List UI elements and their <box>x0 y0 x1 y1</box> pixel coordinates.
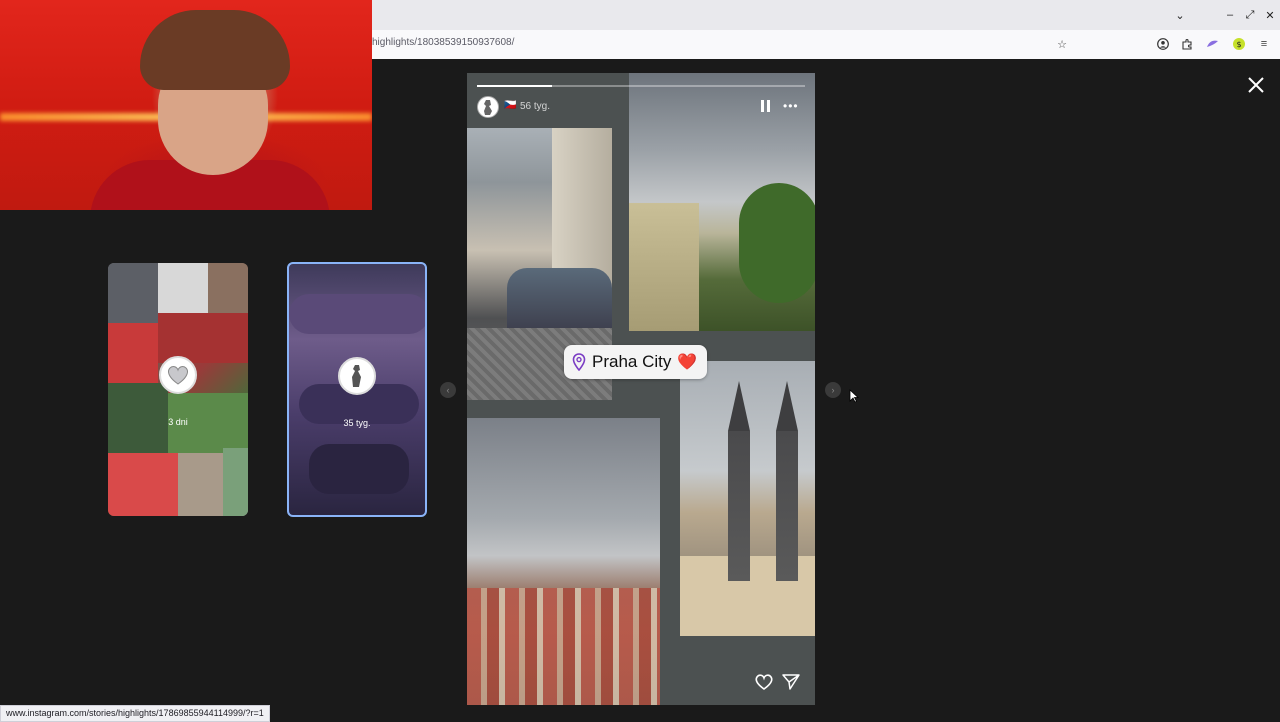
chevron-down-icon[interactable]: ⌄ <box>1172 7 1188 23</box>
story-timestamp: 56 tyg. <box>520 101 551 112</box>
url-text[interactable]: highlights/18038539150937608/ <box>372 37 514 48</box>
close-window-icon[interactable]: ✕ <box>1262 7 1278 23</box>
location-pin-icon <box>572 353 586 371</box>
story-photo <box>680 361 815 636</box>
addon-green-icon[interactable]: $ <box>1231 36 1247 52</box>
extensions-icon[interactable] <box>1179 36 1195 52</box>
highlight-label: 3 dni <box>168 417 188 427</box>
story-photo <box>467 418 660 705</box>
mouse-cursor-icon <box>849 389 859 403</box>
menu-icon[interactable]: ≡ <box>1256 36 1272 52</box>
next-story-icon[interactable]: › <box>825 382 841 398</box>
maximize-icon[interactable]: ⤢ <box>1242 7 1258 23</box>
close-viewer-icon[interactable] <box>1244 73 1268 97</box>
heart-like-icon[interactable] <box>754 673 774 691</box>
addon-icon[interactable] <box>1204 36 1220 52</box>
location-sticker[interactable]: Praha City ❤️ <box>564 345 708 379</box>
svg-text:$: $ <box>1236 40 1241 49</box>
location-label: Praha City <box>592 352 672 371</box>
red-heart-emoji: ❤️ <box>677 354 698 371</box>
highlight-label: 35 tyg. <box>343 418 371 428</box>
highlight-thumbnail-selected[interactable]: 35 tyg. <box>287 262 427 517</box>
link-status-bar: www.instagram.com/stories/highlights/178… <box>0 705 270 722</box>
silver-heart-icon <box>159 356 197 394</box>
account-icon[interactable] <box>1155 36 1171 52</box>
minimize-icon[interactable]: – <box>1222 7 1238 23</box>
czech-flag-icon: 🇨🇿 <box>504 100 517 111</box>
previous-story-icon[interactable]: ‹ <box>440 382 456 398</box>
story-avatar[interactable] <box>477 96 499 118</box>
send-share-icon[interactable] <box>781 673 801 691</box>
pause-icon[interactable] <box>761 100 771 112</box>
statue-icon <box>338 357 376 395</box>
more-options-icon[interactable]: ••• <box>783 99 799 113</box>
story-progress-bar <box>477 85 805 87</box>
story-progress-fill <box>477 85 553 87</box>
webcam-overlay <box>0 0 372 210</box>
highlight-thumbnail[interactable]: 3 dni <box>108 263 248 516</box>
bookmark-star-icon[interactable]: ☆ <box>1054 36 1070 52</box>
story-card[interactable]: 🇨🇿 56 tyg. ••• Praha City ❤️ <box>467 73 815 705</box>
